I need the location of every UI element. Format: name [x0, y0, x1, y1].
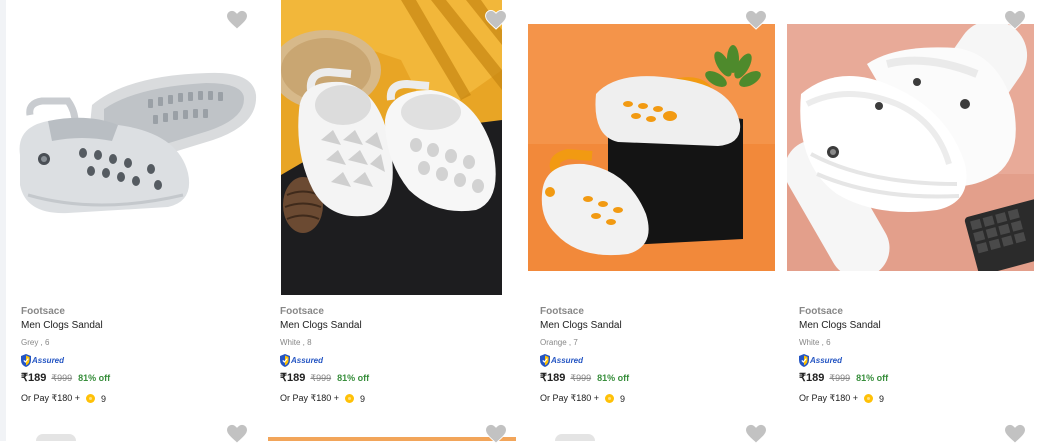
product-brand: Footsace: [540, 306, 584, 317]
product-image[interactable]: [787, 24, 1034, 271]
assured-label: Assured: [32, 355, 65, 365]
price-row: ₹189 ₹999 81% off: [540, 371, 629, 384]
pay-with-coins-text: Or Pay ₹180 +: [799, 393, 859, 403]
product-brand: Footsace: [280, 306, 324, 317]
next-row-image-peek: [268, 437, 516, 441]
coin-count: 9: [101, 393, 107, 404]
product-brand: Footsace: [799, 306, 843, 317]
wishlist-heart-icon[interactable]: [226, 424, 248, 444]
selling-price: ₹189: [540, 372, 566, 384]
assured-badge: Assured: [540, 353, 583, 367]
product-variant: Grey , 6: [21, 338, 50, 347]
product-brand: Footsace: [21, 306, 65, 317]
original-price: ₹999: [51, 373, 73, 383]
wishlist-heart-icon[interactable]: [1004, 424, 1026, 444]
supercoin-icon: [605, 394, 615, 403]
product-variant: White , 8: [280, 338, 312, 347]
wishlist-heart-icon[interactable]: [745, 10, 767, 30]
product-card[interactable]: Footsace Men Clogs Sandal Orange , 7 Ass…: [525, 0, 784, 420]
supercoin-offer: Or Pay ₹180 + 9: [540, 393, 625, 404]
wishlist-heart-icon[interactable]: [485, 424, 507, 444]
product-image[interactable]: [8, 55, 258, 230]
price-row: ₹189 ₹999 81% off: [280, 371, 369, 384]
price-row: ₹189 ₹999 81% off: [21, 371, 110, 384]
wishlist-heart-icon[interactable]: [485, 10, 507, 30]
original-price: ₹999: [570, 373, 592, 383]
assured-label: Assured: [291, 355, 324, 365]
supercoin-icon: [864, 394, 874, 403]
coin-count: 9: [360, 393, 366, 404]
discount-label: 81% off: [856, 373, 889, 383]
original-price: ₹999: [829, 373, 851, 383]
next-row-image-peek: [555, 434, 595, 441]
assured-badge: Assured: [280, 353, 323, 367]
product-title[interactable]: Men Clogs Sandal: [280, 320, 362, 331]
wishlist-heart-icon[interactable]: [1004, 10, 1026, 30]
product-variant: Orange , 7: [540, 338, 578, 347]
pay-with-coins-text: Or Pay ₹180 +: [540, 393, 600, 403]
assured-shield-icon: [21, 353, 31, 367]
pay-with-coins-text: Or Pay ₹180 +: [280, 393, 340, 403]
discount-label: 81% off: [78, 373, 111, 383]
product-title[interactable]: Men Clogs Sandal: [540, 320, 622, 331]
selling-price: ₹189: [799, 372, 825, 384]
supercoin-offer: Or Pay ₹180 + 9: [280, 393, 365, 404]
selling-price: ₹189: [280, 372, 306, 384]
supercoin-icon: [86, 394, 96, 403]
assured-shield-icon: [280, 353, 290, 367]
product-card[interactable]: Footsace Men Clogs Sandal White , 8 Assu…: [265, 0, 524, 420]
supercoin-icon: [345, 394, 355, 403]
coin-count: 9: [879, 393, 885, 404]
selling-price: ₹189: [21, 372, 47, 384]
product-card[interactable]: Footsace Men Clogs Sandal Grey , 6 Assur…: [6, 0, 265, 420]
supercoin-offer: Or Pay ₹180 + 9: [799, 393, 884, 404]
assured-shield-icon: [540, 353, 550, 367]
product-title[interactable]: Men Clogs Sandal: [21, 320, 103, 331]
product-card[interactable]: Footsace Men Clogs Sandal White , 6 Assu…: [784, 0, 1040, 420]
discount-label: 81% off: [337, 373, 370, 383]
product-title[interactable]: Men Clogs Sandal: [799, 320, 881, 331]
assured-label: Assured: [551, 355, 584, 365]
assured-badge: Assured: [21, 353, 64, 367]
coin-count: 9: [620, 393, 626, 404]
assured-label: Assured: [810, 355, 843, 365]
product-image[interactable]: [528, 24, 775, 271]
assured-badge: Assured: [799, 353, 842, 367]
wishlist-heart-icon[interactable]: [226, 10, 248, 30]
discount-label: 81% off: [597, 373, 630, 383]
pay-with-coins-text: Or Pay ₹180 +: [21, 393, 81, 403]
supercoin-offer: Or Pay ₹180 + 9: [21, 393, 106, 404]
product-variant: White , 6: [799, 338, 831, 347]
wishlist-heart-icon[interactable]: [745, 424, 767, 444]
product-image[interactable]: [281, 0, 502, 295]
next-row-image-peek: [36, 434, 76, 441]
original-price: ₹999: [310, 373, 332, 383]
price-row: ₹189 ₹999 81% off: [799, 371, 888, 384]
assured-shield-icon: [799, 353, 809, 367]
